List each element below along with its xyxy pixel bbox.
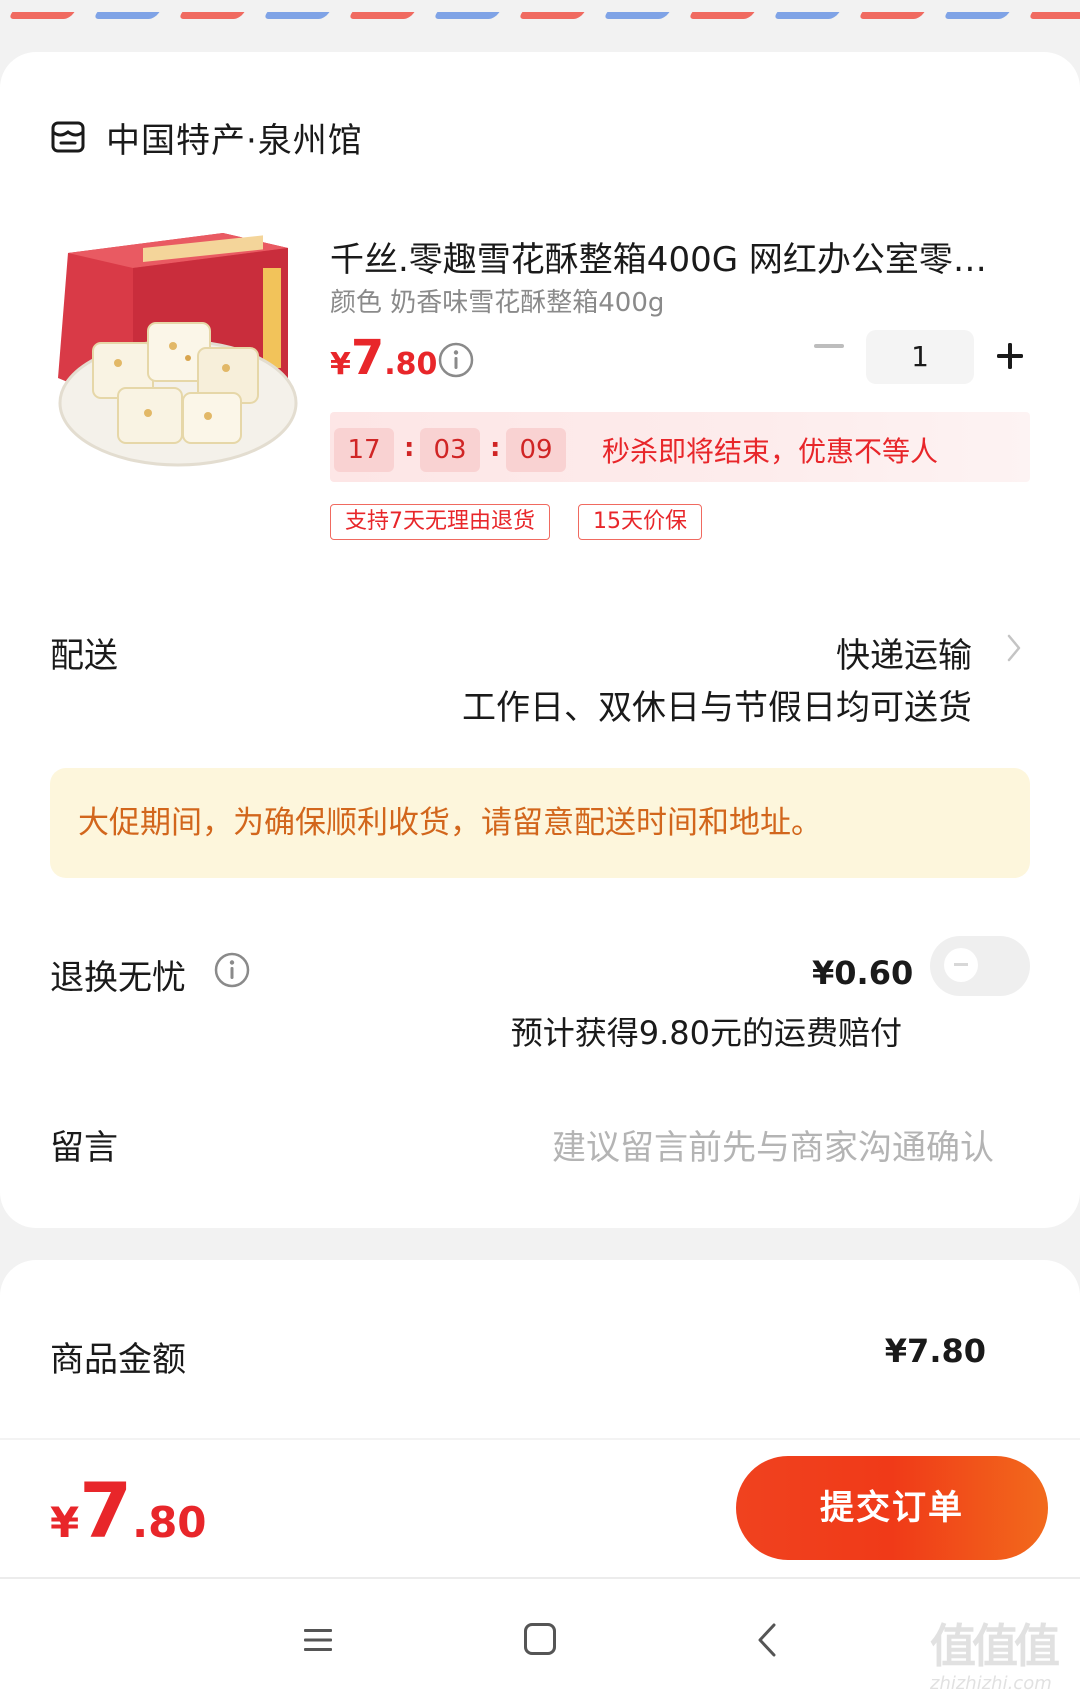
price-protection-tag: 15天价保	[578, 504, 702, 540]
submit-order-button[interactable]: 提交订单	[736, 1456, 1048, 1560]
delivery-method[interactable]: 快递运输	[836, 628, 972, 677]
quantity-increase-button[interactable]	[996, 342, 1024, 370]
product-image[interactable]	[48, 228, 298, 478]
product-title[interactable]: 千丝.零趣雪花酥整箱400G 网红办公室零…	[330, 232, 1030, 281]
goods-amount-value: ¥7.80	[884, 1332, 986, 1370]
message-input[interactable]: 建议留言前先与商家沟通确认	[552, 1120, 994, 1169]
returns-price: ¥0.60	[812, 954, 914, 992]
toggle-knob	[944, 948, 978, 982]
price-decimal: .80	[384, 347, 438, 382]
total-decimal: .80	[132, 1498, 207, 1547]
price-info-icon[interactable]	[438, 342, 474, 378]
product-sku[interactable]: 颜色 奶香味雪花酥整箱400g	[330, 282, 664, 319]
returns-label: 退换无忧	[50, 958, 186, 998]
total-currency: ¥	[50, 1498, 80, 1547]
quantity-input[interactable]: 1	[866, 330, 974, 384]
watermark-url: zhizhizhi.com	[930, 1673, 1052, 1694]
countdown-separator: :	[490, 433, 501, 463]
shop-header[interactable]: 中国特产·泉州馆	[50, 112, 363, 162]
chevron-right-icon[interactable]	[1006, 630, 1022, 666]
price-integer: 7	[350, 330, 385, 386]
watermark-logo: 值值值	[930, 1619, 1060, 1673]
shop-name: 中国特产·泉州馆	[106, 120, 363, 161]
returns-compensation-text: 预计获得9.80元的运费赔付	[510, 1014, 902, 1052]
divider	[0, 1438, 1080, 1440]
nav-divider	[0, 1577, 1080, 1579]
menu-icon[interactable]	[302, 1624, 334, 1656]
message-label: 留言	[50, 1128, 118, 1168]
returns-info-icon[interactable]	[214, 952, 250, 988]
airmail-border	[0, 0, 1080, 20]
countdown-minutes: 03	[420, 428, 480, 472]
product-price: ¥ 7 .80	[330, 330, 437, 386]
store-icon	[51, 121, 85, 153]
delivery-schedule: 工作日、双休日与节假日均可送货	[462, 688, 972, 728]
back-icon[interactable]	[756, 1622, 778, 1658]
return-policy-tag: 支持7天无理由退货	[330, 504, 550, 540]
delivery-label: 配送	[50, 636, 118, 676]
promo-notice: 大促期间，为确保顺利收货，请留意配送时间和地址。	[50, 768, 1030, 878]
countdown-hours: 17	[334, 428, 394, 472]
quantity-decrease-button[interactable]	[814, 344, 844, 348]
price-currency: ¥	[330, 347, 351, 382]
home-icon[interactable]	[524, 1623, 556, 1655]
total-integer: 7	[79, 1466, 133, 1555]
goods-amount-label: 商品金额	[50, 1340, 186, 1380]
total-price: ¥ 7 .80	[50, 1466, 207, 1555]
countdown-seconds: 09	[506, 428, 566, 472]
countdown-separator: :	[404, 433, 415, 463]
flash-sale-text: 秒杀即将结束，优惠不等人	[602, 435, 939, 468]
watermark: 值值值 zhizhizhi.com	[930, 1618, 1070, 1698]
